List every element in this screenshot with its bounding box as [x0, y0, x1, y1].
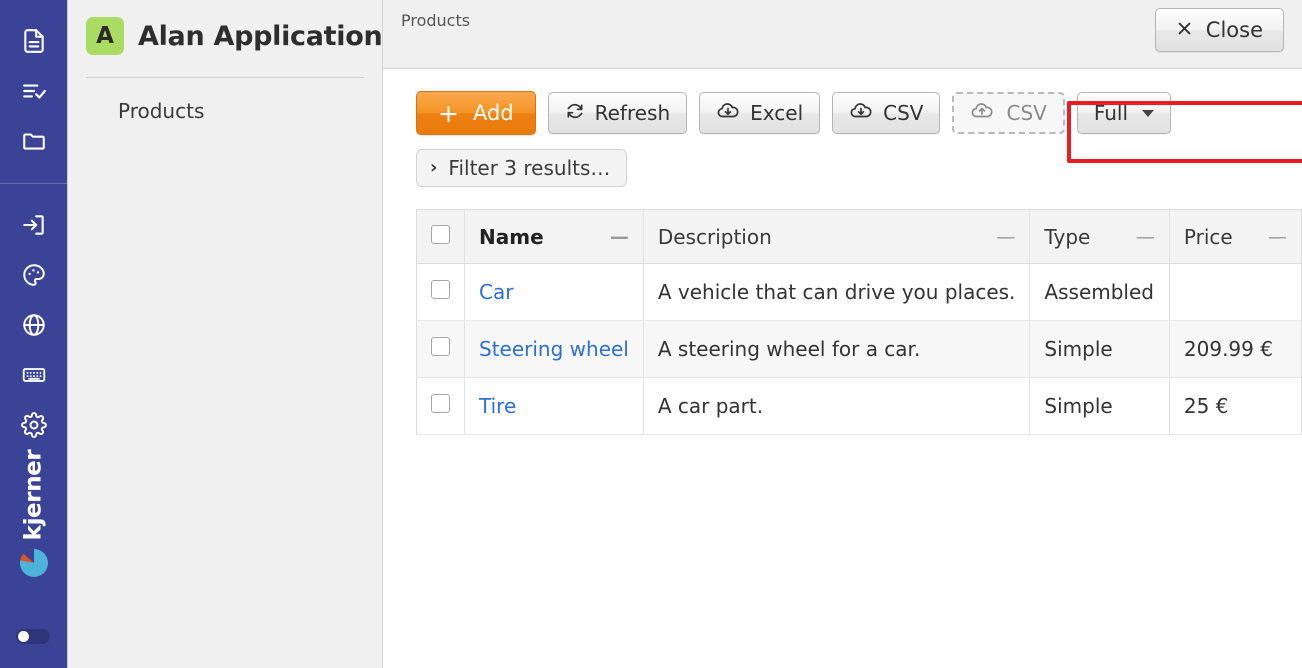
- table-header-row: Name — Description — Type — Price —: [416, 209, 1302, 264]
- row-select-cell: [416, 377, 465, 435]
- row-checkbox[interactable]: [431, 337, 450, 356]
- column-header-name[interactable]: Name —: [464, 209, 644, 264]
- table-body: Car A vehicle that can drive you places.…: [416, 263, 1302, 435]
- cell-price: 209.99 €: [1169, 320, 1302, 378]
- app-avatar: A: [86, 17, 124, 55]
- import-csv-label: CSV: [1006, 101, 1047, 125]
- task-list-icon[interactable]: [0, 66, 68, 116]
- rail-top-group: [0, 0, 67, 166]
- cell-name: Tire: [464, 377, 644, 435]
- table-row[interactable]: Car A vehicle that can drive you places.…: [416, 263, 1302, 321]
- brand-block: kjerner: [0, 450, 67, 584]
- table-head: Name — Description — Type — Price —: [416, 209, 1302, 264]
- column-header-price[interactable]: Price —: [1169, 209, 1302, 264]
- import-csv-button[interactable]: CSV: [952, 92, 1065, 134]
- column-label-description: Description: [657, 224, 772, 249]
- app-header: A Alan Application: [68, 0, 383, 58]
- cell-price: 25 €: [1169, 377, 1302, 435]
- column-header-type[interactable]: Type —: [1029, 209, 1170, 264]
- product-link[interactable]: Car: [479, 280, 513, 304]
- filter-toggle-button[interactable]: › Filter 3 results…: [416, 149, 628, 187]
- view-mode-dropdown[interactable]: Full: [1076, 92, 1172, 134]
- view-mode-label: Full: [1093, 101, 1129, 125]
- column-menu-icon[interactable]: —: [600, 226, 629, 248]
- close-button-label: Close: [1205, 18, 1263, 42]
- column-label-name: Name: [479, 224, 544, 249]
- cell-type: Assembled: [1029, 263, 1170, 321]
- top-bar: Products Close: [383, 0, 1302, 69]
- filter-bar: › Filter 3 results…: [383, 135, 1302, 187]
- toolbar: + Add Refresh Excel CSV CSV Full: [383, 69, 1302, 135]
- cloud-upload-icon: [970, 99, 994, 128]
- app-title: Alan Application: [138, 20, 383, 52]
- column-label-price: Price: [1183, 224, 1233, 249]
- export-excel-button[interactable]: Excel: [699, 92, 821, 134]
- table-container: Name — Description — Type — Price — Car …: [383, 187, 1302, 435]
- cell-name: Car: [464, 263, 644, 321]
- cell-name: Steering wheel: [464, 320, 644, 378]
- column-header-description[interactable]: Description —: [643, 209, 1031, 264]
- row-select-cell: [416, 263, 465, 321]
- brand-name: kjerner: [20, 449, 47, 541]
- refresh-button[interactable]: Refresh: [547, 92, 688, 134]
- nav-panel: A Alan Application Products: [68, 0, 383, 668]
- chevron-down-icon: [1142, 109, 1155, 117]
- login-icon[interactable]: [0, 200, 68, 250]
- column-menu-icon[interactable]: —: [1258, 226, 1287, 248]
- nav-list: Products: [68, 78, 382, 130]
- cell-price: [1169, 263, 1302, 321]
- application-window: kjerner A Alan Application Products Prod…: [0, 0, 1302, 668]
- palette-icon[interactable]: [0, 250, 68, 300]
- main-content: Products Close + Add Refresh Excel CSV C…: [383, 0, 1302, 668]
- select-all-header: [416, 209, 465, 264]
- export-csv-label: CSV: [883, 101, 924, 125]
- rail-collapse-toggle[interactable]: [16, 629, 50, 644]
- column-menu-icon[interactable]: —: [1126, 226, 1155, 248]
- plus-icon: +: [438, 98, 459, 128]
- cell-type: Simple: [1029, 320, 1170, 378]
- cloud-download-icon: [849, 99, 873, 128]
- close-button[interactable]: Close: [1154, 8, 1284, 52]
- table-row[interactable]: Tire A car part. Simple 25 €: [416, 377, 1302, 435]
- export-excel-label: Excel: [750, 101, 804, 125]
- rail-bottom-group: [0, 184, 67, 450]
- icon-rail: kjerner: [0, 0, 68, 668]
- keyboard-icon[interactable]: [0, 350, 68, 400]
- folder-icon[interactable]: [0, 116, 68, 166]
- sidebar-item-products[interactable]: Products: [68, 92, 382, 130]
- table-row[interactable]: Steering wheel A steering wheel for a ca…: [416, 320, 1302, 378]
- chevron-right-icon: ›: [430, 157, 438, 178]
- product-link[interactable]: Tire: [479, 394, 516, 418]
- row-select-cell: [416, 320, 465, 378]
- row-checkbox[interactable]: [431, 280, 450, 299]
- add-button-label: Add: [472, 101, 514, 125]
- export-csv-button[interactable]: CSV: [832, 92, 941, 134]
- cloud-download-icon: [716, 99, 740, 128]
- refresh-button-label: Refresh: [594, 101, 671, 125]
- cell-description: A car part.: [643, 377, 1031, 435]
- filter-label: Filter 3 results…: [448, 156, 611, 180]
- breadcrumb[interactable]: Products: [401, 8, 470, 30]
- row-checkbox[interactable]: [431, 394, 450, 413]
- close-icon: [1176, 18, 1193, 42]
- product-link[interactable]: Steering wheel: [479, 337, 629, 361]
- column-label-type: Type: [1044, 224, 1091, 249]
- cell-type: Simple: [1029, 377, 1170, 435]
- toggle-knob: [18, 631, 29, 642]
- gear-icon[interactable]: [0, 400, 68, 450]
- refresh-icon: [565, 101, 585, 126]
- document-icon[interactable]: [0, 16, 68, 66]
- kjerner-pie-logo-icon: [17, 546, 51, 584]
- globe-icon[interactable]: [0, 300, 68, 350]
- add-button[interactable]: + Add: [416, 91, 536, 135]
- cell-description: A steering wheel for a car.: [643, 320, 1031, 378]
- cell-description: A vehicle that can drive you places.: [643, 263, 1031, 321]
- select-all-checkbox[interactable]: [431, 224, 450, 244]
- column-menu-icon[interactable]: —: [986, 226, 1015, 248]
- products-table: Name — Description — Type — Price — Car …: [416, 209, 1302, 435]
